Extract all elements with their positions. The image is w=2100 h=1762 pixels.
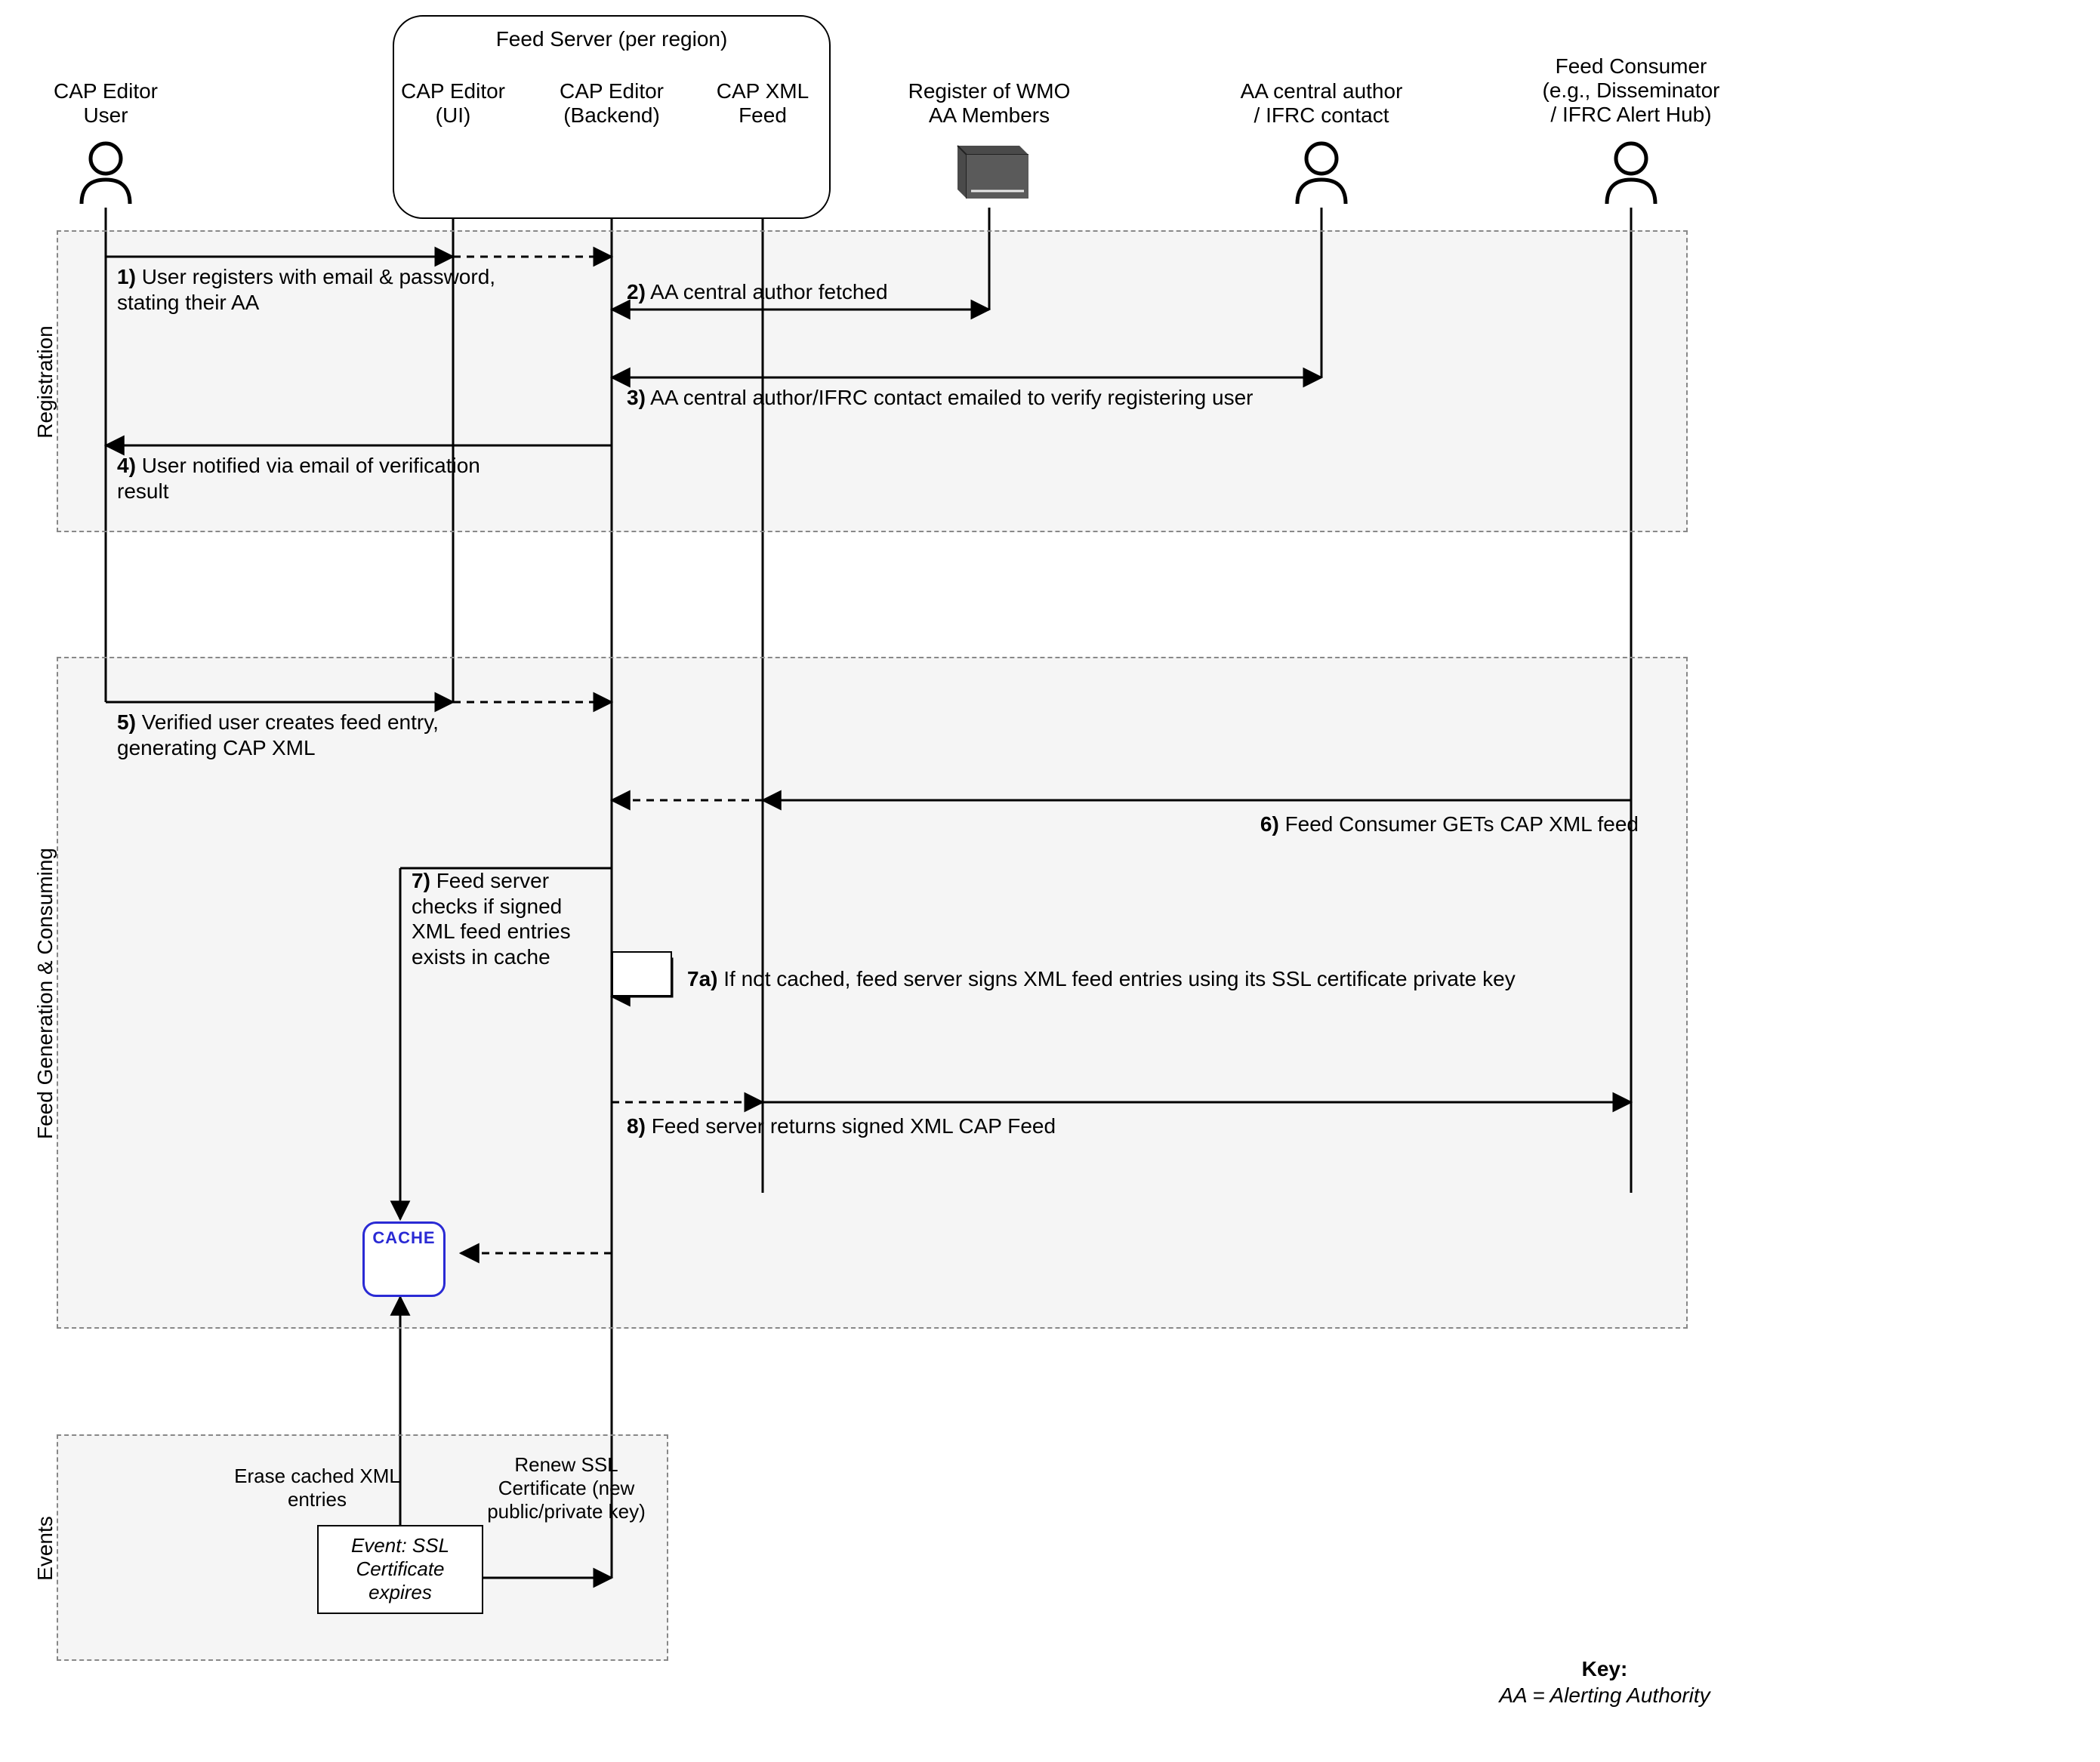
actor-author: AA central author/ IFRC contact [1208,79,1435,128]
step-7a: 7a) If not cached, feed server signs XML… [687,966,1639,992]
phase-registration-label: Registration [33,307,57,457]
actor-ui: CAP Editor(UI) [378,79,529,128]
consumer-icon [1607,143,1655,204]
step-4: 4) User notified via email of verificati… [117,453,495,504]
actor-user: CAP EditorUser [30,79,181,128]
evt-ssl: Event: SSL Certificate expires [317,1525,483,1614]
step-1: 1) User registers with email & password,… [117,264,510,315]
wmo-icon [957,146,1028,199]
actor-backend: CAP Editor(Backend) [536,79,687,128]
cache-label: CACHE [372,1228,435,1247]
key-title: Key: [1472,1657,1737,1681]
phase-events-label: Events [33,1496,57,1601]
actor-wmo: Register of WMOAA Members [883,79,1095,128]
self-call-7a [612,951,672,997]
author-icon [1297,143,1346,204]
step-8: 8) Feed server returns signed XML CAP Fe… [627,1114,1231,1139]
actor-consumer: Feed Consumer(e.g., Disseminator/ IFRC A… [1503,54,1759,128]
user-icon [82,143,130,204]
cache-box: CACHE [362,1221,446,1297]
step-6: 6) Feed Consumer GETs CAP XML feed [1216,812,1639,837]
key-body: AA = Alerting Authority [1472,1683,1737,1708]
step-3: 3) AA central author/IFRC contact emaile… [627,385,1382,411]
step-7: 7) Feed server checks if signed XML feed… [412,868,608,969]
step-2: 2) AA central author fetched [627,279,1004,305]
step-5: 5) Verified user creates feed entry, gen… [117,710,540,760]
actor-feed: CAP XMLFeed [687,79,838,128]
evt-renew: Renew SSL Certificate (new public/privat… [483,1453,649,1524]
phase-feedgen-label: Feed Generation & Consuming [33,835,57,1152]
feed-server-title: Feed Server (per region) [393,27,831,51]
evt-erase: Erase cached XML entries [227,1465,408,1511]
